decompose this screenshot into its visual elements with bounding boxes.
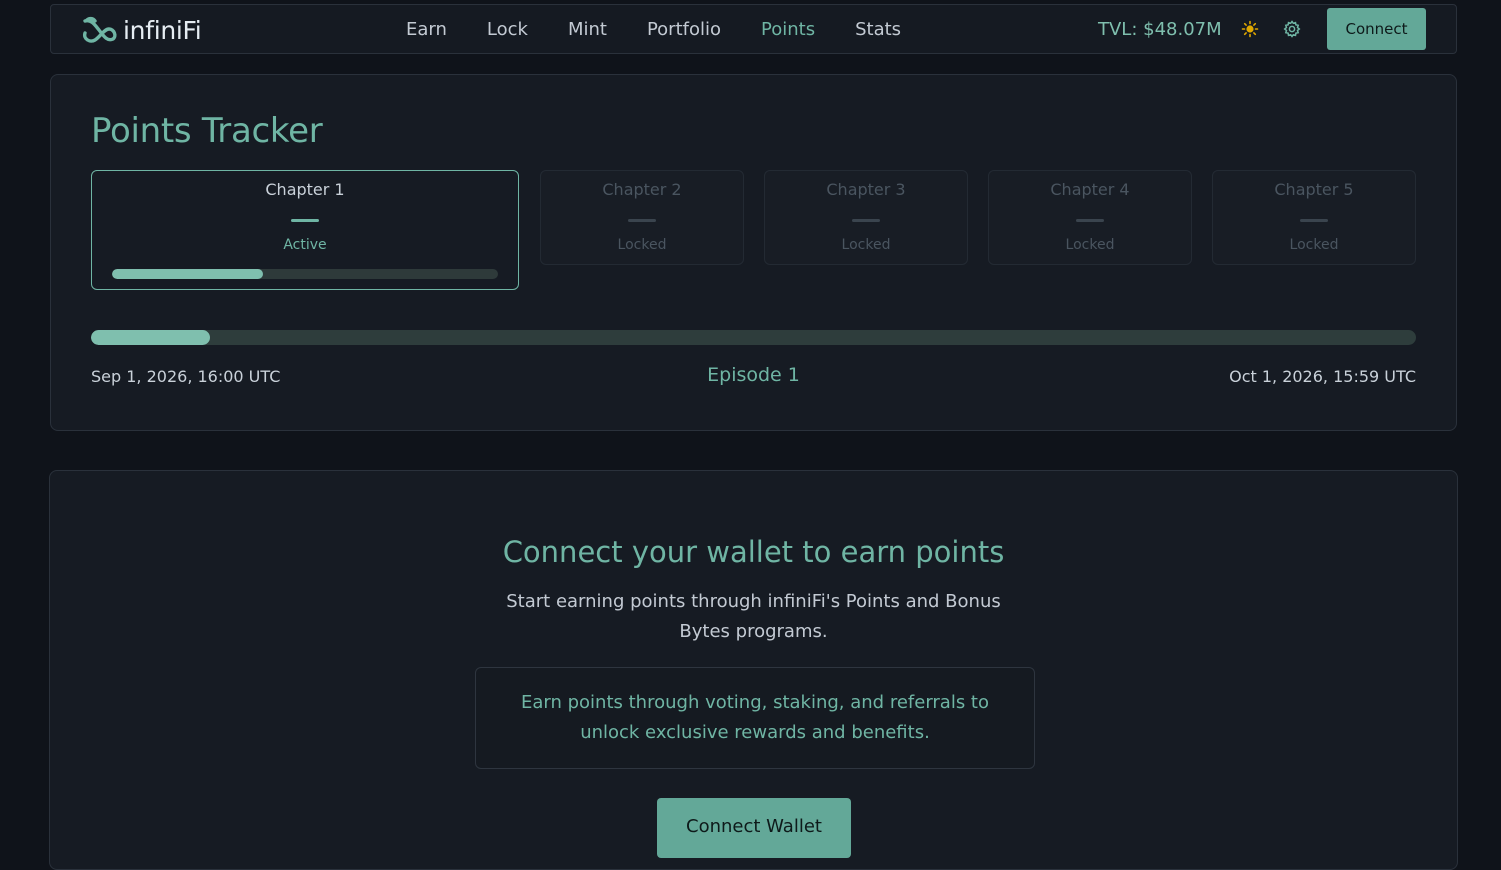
chapter-divider [852,219,880,222]
connect-wallet-button-label: Connect Wallet [686,816,822,837]
episode-end-date: Oct 1, 2026, 15:59 UTC [1229,367,1416,386]
infinifi-logo-icon [82,16,117,43]
chapter-divider [628,219,656,222]
episode-progress-fill [91,330,211,345]
top-navbar: infiniFi Earn Lock Mint Portfolio Points… [50,4,1457,54]
nav-link-points[interactable]: Points [761,19,815,40]
nav-link-lock[interactable]: Lock [487,19,528,40]
connect-wallet-card: Connect your wallet to earn points Start… [49,470,1458,870]
chapter-name: Chapter 4 [1050,180,1130,199]
brand-name: infiniFi [123,15,202,45]
chapter-card-1[interactable]: Chapter 1 Active [91,170,519,290]
nav-link-earn[interactable]: Earn [406,19,447,40]
nav-link-stats[interactable]: Stats [855,19,901,40]
chapter-card-4[interactable]: Chapter 4 Locked [988,170,1192,265]
page-title: Points Tracker [91,111,323,151]
nav-link-portfolio[interactable]: Portfolio [647,19,721,40]
chapter-card-2[interactable]: Chapter 2 Locked [540,170,744,265]
chapter-status: Locked [617,237,667,253]
chapter-status: Locked [1065,237,1115,253]
connect-button[interactable]: Connect [1327,8,1426,50]
chapter-name: Chapter 3 [826,180,906,199]
chapter-status: Locked [1289,237,1339,253]
chapter-name: Chapter 5 [1274,180,1354,199]
tvl-readout: TVL: $48.07M [1098,18,1222,40]
connect-wallet-title: Connect your wallet to earn points [502,535,1005,569]
chapter-progress-bar [112,269,498,279]
brand-logo[interactable]: infiniFi [81,14,202,46]
points-info-box: Earn points through voting, staking, and… [475,667,1035,769]
chapter-card-5[interactable]: Chapter 5 Locked [1212,170,1416,265]
chapter-name: Chapter 1 [265,180,345,199]
nav-link-mint[interactable]: Mint [568,19,607,40]
points-tracker-card: Points Tracker Chapter 1 Active Chapter … [50,74,1457,431]
episode-progress-bar [91,330,1416,345]
chapter-name: Chapter 2 [602,180,682,199]
connect-wallet-button[interactable]: Connect Wallet [657,798,851,858]
sun-icon[interactable] [1241,20,1259,38]
gear-icon[interactable] [1283,20,1301,38]
chapter-status: Locked [841,237,891,253]
chapter-progress-fill [112,269,263,279]
chapter-divider [291,219,319,222]
connect-wallet-subtitle: Start earning points through infiniFi's … [506,591,1001,642]
chapter-status: Active [283,237,327,253]
points-info-text: Earn points through voting, staking, and… [521,692,989,743]
nav-links: Earn Lock Mint Portfolio Points Stats [406,5,941,53]
chapter-divider [1076,219,1104,222]
chapter-card-3[interactable]: Chapter 3 Locked [764,170,968,265]
chapter-divider [1300,219,1328,222]
